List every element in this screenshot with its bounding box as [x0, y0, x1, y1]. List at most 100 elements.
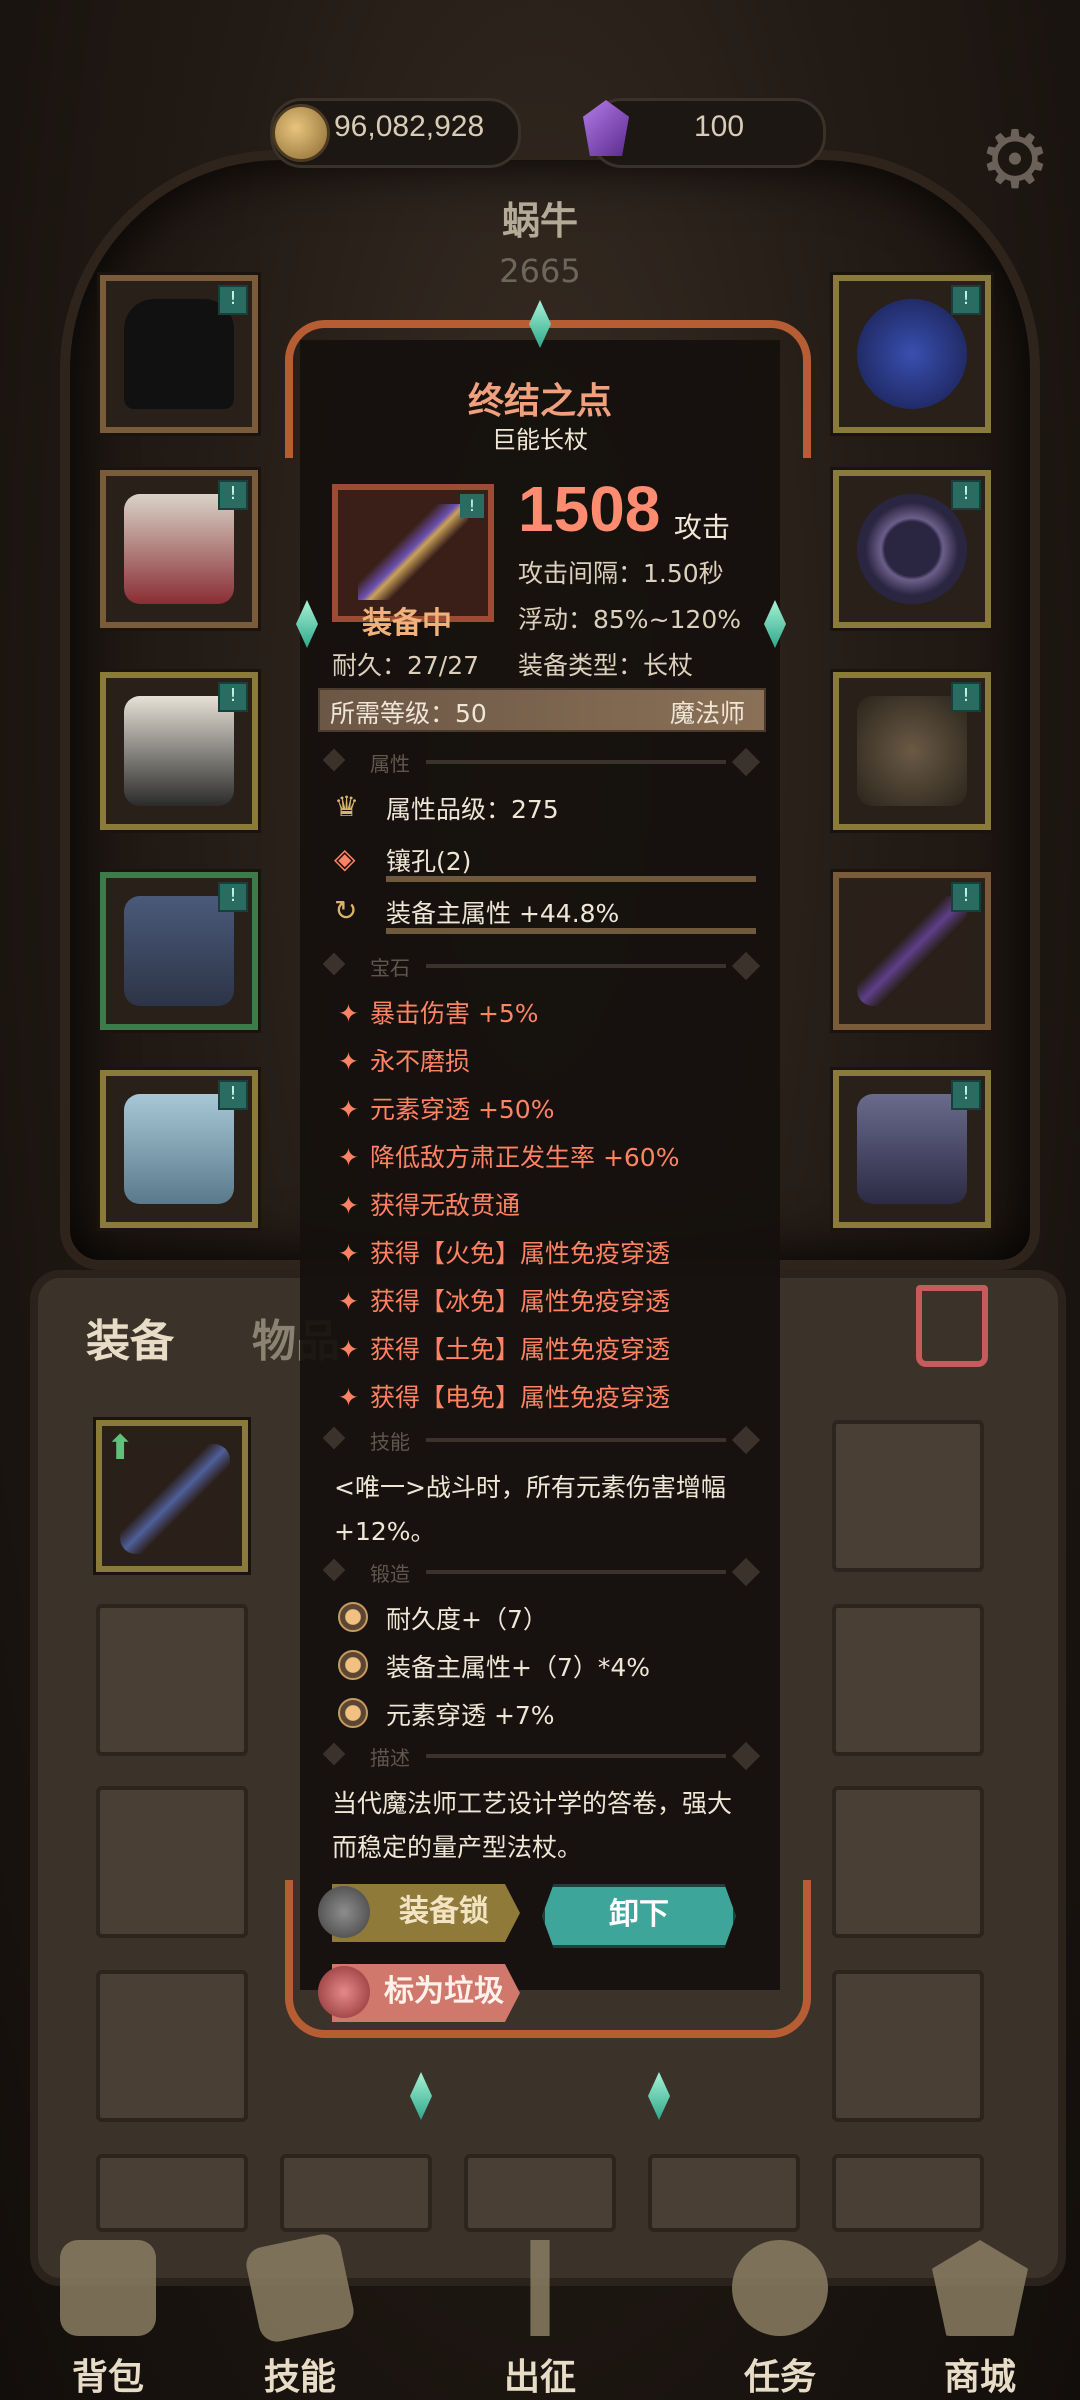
- slot-flag-icon: !: [951, 480, 981, 510]
- nav-skills[interactable]: 技能: [192, 2220, 408, 2400]
- nav-quests[interactable]: 任务: [672, 2220, 888, 2400]
- gem-effect: ✦ 获得【火免】属性免疫穿透: [338, 1234, 670, 1270]
- sparkle-icon: ✦: [338, 1239, 359, 1268]
- item-subtype: 巨能长杖: [492, 426, 588, 454]
- divider-line: [426, 1438, 726, 1442]
- equip-slot-pants[interactable]: !: [100, 872, 258, 1030]
- inventory-slot[interactable]: [96, 1604, 248, 1756]
- equip-slot-hat[interactable]: !: [100, 275, 258, 433]
- section-title: 锻造: [370, 1562, 410, 1586]
- inventory-item-staff[interactable]: ⬆: [96, 1420, 248, 1572]
- button-label: 标为垃圾: [384, 1974, 504, 2009]
- slot-flag-icon: !: [218, 285, 248, 315]
- trash-tag-icon: [318, 1966, 370, 2018]
- attack-interval: 攻击间隔：1.50秒: [518, 559, 724, 588]
- forge-dot-icon: [338, 1698, 368, 1728]
- slot-flag-icon: !: [951, 882, 981, 912]
- gem-effect-text: 元素穿透 +50%: [370, 1095, 555, 1124]
- bonus-bar: [386, 928, 756, 934]
- inventory-slot[interactable]: [832, 1970, 984, 2122]
- nav-expedition[interactable]: 出征: [432, 2220, 648, 2400]
- gold-coin-icon: [272, 104, 330, 162]
- sparkle-icon: ✦: [338, 1191, 359, 1220]
- description-line2: 而稳定的量产型法杖。: [332, 1833, 583, 1862]
- equipped-label: 装备中: [362, 606, 452, 641]
- divider-diamond: [322, 1742, 346, 1766]
- slot-flag-icon: !: [951, 1080, 981, 1110]
- equip-slot-gloves[interactable]: !: [100, 672, 258, 830]
- staff-icon: [857, 896, 967, 1006]
- unequip-button[interactable]: 卸下: [542, 1884, 736, 1948]
- socket-bar: [386, 876, 756, 882]
- divider-diamond: [731, 1425, 761, 1455]
- skill-text-line2: +12%。: [334, 1517, 436, 1546]
- equip-slot-armor[interactable]: !: [100, 470, 258, 628]
- vest-icon: [124, 494, 234, 604]
- equip-slot-offhand[interactable]: !: [833, 1070, 991, 1228]
- nav-bag[interactable]: 背包: [0, 2220, 216, 2400]
- equip-slot-ring[interactable]: !: [833, 470, 991, 628]
- backpack-icon: [60, 2240, 156, 2336]
- inventory-slot[interactable]: [832, 1420, 984, 1572]
- equip-slot-necklace[interactable]: !: [833, 275, 991, 433]
- skill-book-icon: [243, 2231, 357, 2345]
- forge-line: 装备主属性+（7）*4%: [386, 1653, 651, 1682]
- inventory-slot[interactable]: [96, 1786, 248, 1938]
- divider-diamond: [731, 1741, 761, 1771]
- forge-dot-icon: [338, 1650, 368, 1680]
- slot-flag-icon: !: [218, 480, 248, 510]
- divider-diamond: [322, 1558, 346, 1582]
- gem-effect: ✦ 永不磨损: [338, 1042, 470, 1078]
- shop-crest-icon: [932, 2240, 1028, 2336]
- gold-amount: 96,082,928: [334, 110, 485, 143]
- gem-effect-text: 暴击伤害 +5%: [370, 999, 539, 1028]
- nav-shop[interactable]: 商城: [872, 2220, 1080, 2400]
- leg-armor-icon: [124, 896, 234, 1006]
- gem-effect-text: 降低敌方肃正发生率 +60%: [370, 1143, 680, 1172]
- description-line1: 当代魔法师工艺设计学的答卷，强大: [332, 1789, 733, 1818]
- section-header-skills: 技能: [322, 1425, 761, 1455]
- equip-slot-weapon[interactable]: !: [833, 872, 991, 1030]
- equip-type: 装备类型：长杖: [518, 651, 694, 680]
- refresh-icon: ↻: [334, 894, 358, 927]
- gem-effect: ✦ 获得无敌贯通: [338, 1186, 520, 1222]
- crown-icon: ♛: [334, 790, 360, 823]
- character-power: 2665: [499, 252, 581, 290]
- gem-effect-text: 永不磨损: [370, 1047, 471, 1076]
- inventory-slot[interactable]: [832, 1604, 984, 1756]
- section-title: 技能: [370, 1430, 410, 1454]
- equip-slot-boots[interactable]: !: [100, 1070, 258, 1228]
- slot-flag-icon: !: [460, 494, 484, 518]
- slot-flag-icon: !: [218, 1080, 248, 1110]
- item-name: 终结之点: [467, 381, 612, 422]
- slot-flag-icon: !: [951, 285, 981, 315]
- main-attribute-bonus: 装备主属性 +44.8%: [386, 899, 620, 928]
- sparkle-icon: ✦: [338, 1143, 359, 1172]
- slot-flag-icon: !: [218, 882, 248, 912]
- gem-effect: ✦ 获得【冰免】属性免疫穿透: [338, 1282, 670, 1318]
- character-name: 蜗牛: [501, 199, 578, 243]
- section-header-gems: 宝石: [322, 951, 761, 981]
- gem-effect: ✦ 降低敌方肃正发生率 +60%: [338, 1138, 679, 1174]
- scroll-icon: [732, 2240, 828, 2336]
- staff-icon: [120, 1444, 230, 1554]
- trash-bin-icon[interactable]: [916, 1285, 988, 1367]
- required-class: 魔法师: [670, 699, 746, 728]
- section-header-description: 描述: [322, 1741, 761, 1771]
- nav-label: 出征: [503, 2357, 576, 2398]
- settings-gear-icon[interactable]: ⚙: [975, 120, 1055, 200]
- tab-equipment[interactable]: 装备: [86, 1305, 174, 1369]
- equip-slot-amulet[interactable]: !: [833, 672, 991, 830]
- inventory-slot[interactable]: [96, 1970, 248, 2122]
- nav-label: 技能: [263, 2357, 336, 2398]
- divider-diamond: [731, 951, 761, 981]
- upgrade-arrow-icon: ⬆: [106, 1428, 135, 1468]
- divider-line: [426, 1570, 726, 1574]
- sparkle-icon: ✦: [338, 1335, 359, 1364]
- section-title: 宝石: [370, 956, 410, 980]
- staff-icon: [358, 504, 468, 600]
- ring-icon: [857, 494, 967, 604]
- inventory-slot[interactable]: [832, 1786, 984, 1938]
- sparkle-icon: ✦: [338, 1383, 359, 1412]
- fluctuation: 浮动：85%~120%: [518, 605, 741, 634]
